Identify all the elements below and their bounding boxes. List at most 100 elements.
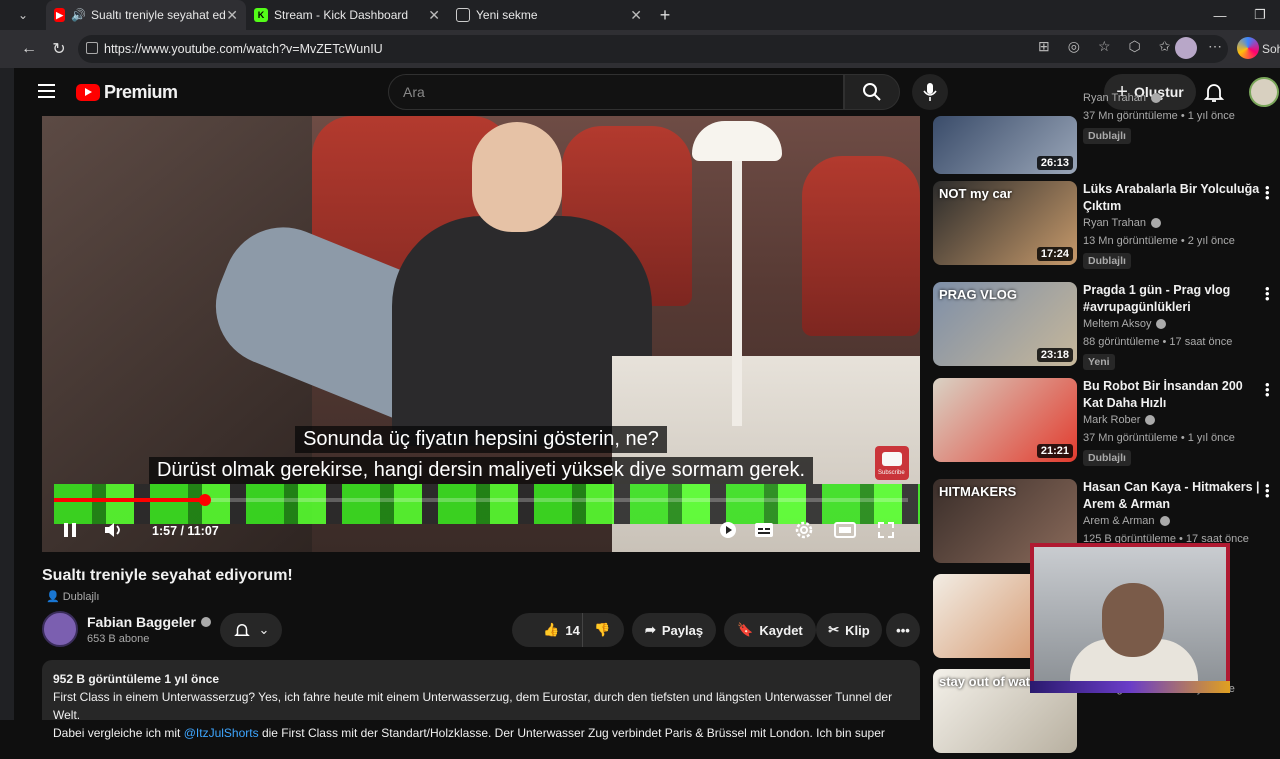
save-button[interactable]: 🔖 Kaydet [724, 613, 816, 647]
verified-icon [200, 617, 211, 627]
dislike-button[interactable]: 👎 [582, 613, 622, 647]
verified-icon [1150, 93, 1161, 103]
site-info-icon[interactable] [86, 42, 98, 54]
close-icon[interactable]: ✕ [428, 7, 440, 24]
related-video-item[interactable]: 26:13 Ryan Trahan 37 Mn görüntüleme • 1 yı… [933, 90, 1273, 180]
related-video-item[interactable]: 21:21 Bu Robot Bir İnsandan 200 Kat Daha … [933, 378, 1273, 468]
minimize-button[interactable]: — [1200, 0, 1240, 30]
clip-label: Klip [845, 622, 870, 638]
tab-youtube[interactable]: ▶ 🔊 Sualtı treniyle seyahat ediyorum ✕ [46, 0, 246, 30]
thumbs-up-icon: 👍 [543, 622, 560, 637]
new-tab-button[interactable]: + [650, 5, 680, 26]
share-label: Paylaş [661, 622, 704, 638]
video-player[interactable]: Sonunda üç fiyatın hepsini gösterin, ne?… [42, 116, 920, 552]
share-icon: ➦ [644, 622, 656, 637]
profile-icon[interactable] [1175, 37, 1197, 59]
related-video-item[interactable]: PRAG VLOG 23:18 Pragda 1 gün - Prag vlog #… [933, 282, 1273, 372]
menu-icon[interactable] [38, 84, 55, 98]
search-icon [863, 83, 881, 101]
related-video-title[interactable]: Hasan Can Kaya - Hitmakers | Arem & Arma… [1083, 479, 1261, 513]
related-channel[interactable]: Meltem Aksoy [1083, 318, 1167, 330]
clip-button[interactable]: ✂ Klip [816, 613, 882, 647]
url-text: https://www.youtube.com/watch?v=MvZETcWu… [104, 42, 383, 56]
autoplay-toggle[interactable] [714, 516, 742, 544]
related-video-title[interactable]: Pragda 1 gün - Prag vlog #avrupagünlükle… [1083, 282, 1261, 316]
channel-avatar[interactable] [42, 611, 78, 647]
mention-link[interactable]: @ItzJulShorts [184, 726, 259, 740]
video-frame-lampshade [692, 121, 782, 161]
video-thumbnail[interactable]: 26:13 [933, 116, 1077, 174]
theater-mode-button[interactable] [831, 516, 859, 544]
captions: Sonunda üç fiyatın hepsini gösterin, ne?… [42, 426, 920, 488]
video-duration: 26:13 [1036, 156, 1073, 170]
copilot-label[interactable]: Soh [1262, 42, 1280, 56]
description-box[interactable]: 952 B görüntüleme 1 yıl önce First Class… [42, 660, 920, 740]
tab-title: Sualtı treniyle seyahat ediyorum [91, 8, 226, 22]
tab-kick[interactable]: K Stream - Kick Dashboard ✕ [246, 0, 448, 30]
extension-icon[interactable]: ⬡ [1129, 38, 1141, 55]
back-button[interactable]: ← [14, 40, 44, 58]
tab-title: Yeni sekme [476, 8, 538, 22]
thumbnail-text: PRAG VLOG [939, 287, 1018, 302]
subscribe-watermark-label: Subscribe [878, 470, 905, 476]
video-duration: 23:18 [1036, 348, 1073, 362]
related-video-item[interactable]: NOT my car 17:24 Lüks Arabalarla Bir Yolcu… [933, 181, 1273, 271]
more-vertical-icon[interactable]: • • • [1265, 378, 1271, 401]
related-channel[interactable]: Ryan Trahan [1083, 92, 1161, 104]
related-video-title[interactable]: Lüks Arabalarla Bir Yolculuğa Çıktım [1083, 181, 1261, 215]
search-input[interactable]: Ara [388, 74, 844, 110]
video-thumbnail[interactable]: NOT my car 17:24 [933, 181, 1077, 265]
pause-button[interactable] [56, 516, 84, 544]
video-badge: Dublajlı [1083, 450, 1131, 466]
subscription-bell-button[interactable]: ⌄ [220, 613, 282, 647]
reload-button[interactable]: ↻ [44, 39, 74, 59]
tab-actions-menu[interactable]: ⌄ [0, 0, 46, 30]
tab-newtab[interactable]: Yeni sekme ✕ [448, 0, 650, 30]
settings-button[interactable] [790, 516, 818, 544]
channel-name[interactable]: Fabian Baggeler [87, 614, 211, 630]
close-icon[interactable]: ✕ [630, 7, 642, 24]
favorite-star-icon[interactable]: ☆ [1098, 38, 1111, 55]
related-video-title[interactable]: Bu Robot Bir İnsandan 200 Kat Daha Hızlı [1083, 378, 1261, 412]
related-channel[interactable]: Ryan Trahan [1083, 217, 1161, 229]
webcam-overlay [1030, 543, 1230, 693]
webcam-person-face [1102, 583, 1164, 657]
related-channel[interactable]: Mark Rober [1083, 414, 1156, 426]
maximize-button[interactable]: ❐ [1240, 0, 1280, 30]
more-vertical-icon[interactable]: • • • [1265, 181, 1271, 204]
speaker-icon: 🔊 [71, 8, 87, 22]
search-button[interactable] [844, 74, 900, 110]
dub-icon: 👤 [46, 591, 60, 603]
related-channel[interactable]: Arem & Arman [1083, 515, 1170, 527]
subscribe-watermark[interactable]: Subscribe [875, 446, 909, 480]
webcam-overlay-bar [1030, 681, 1230, 693]
copilot-icon[interactable] [1237, 37, 1259, 59]
progress-bar[interactable] [54, 494, 908, 506]
fullscreen-button[interactable] [872, 516, 900, 544]
captions-button[interactable] [750, 516, 778, 544]
address-actions: ⊞ ◎ ☆ ⬡ ✩ [1038, 38, 1170, 55]
more-vertical-icon[interactable]: • • • [1265, 282, 1271, 305]
share-button[interactable]: ➦ Paylaş [632, 613, 716, 647]
tracking-icon[interactable]: ◎ [1068, 38, 1080, 55]
more-vertical-icon[interactable]: • • • [1265, 479, 1271, 502]
browser-menu-icon[interactable]: ⋯ [1208, 38, 1222, 55]
youtube-logo[interactable]: Premium [76, 82, 178, 103]
youtube-play-icon [76, 84, 100, 101]
related-channel-name: Ryan Trahan [1083, 217, 1146, 229]
video-title: Sualtı treniyle seyahat ediyorum! [42, 567, 293, 584]
favorites-icon[interactable]: ✩ [1159, 38, 1171, 55]
video-thumbnail[interactable]: 21:21 [933, 378, 1077, 462]
video-frame-seat [802, 156, 920, 336]
dub-label: 👤 Dublajlı [46, 590, 99, 604]
related-video-meta: 13 Mn görüntüleme • 2 yıl önce [1083, 235, 1235, 247]
close-icon[interactable]: ✕ [226, 7, 238, 24]
thumbnail-text: NOT my car [939, 186, 1012, 201]
progress-played [54, 498, 206, 502]
video-thumbnail[interactable]: PRAG VLOG 23:18 [933, 282, 1077, 366]
apps-icon[interactable]: ⊞ [1038, 38, 1050, 55]
description-text: die First Class mit der Standart/Holzkla… [258, 726, 885, 740]
kick-icon: K [254, 8, 268, 22]
volume-button[interactable] [100, 516, 128, 544]
more-actions-button[interactable]: ••• [886, 613, 920, 647]
